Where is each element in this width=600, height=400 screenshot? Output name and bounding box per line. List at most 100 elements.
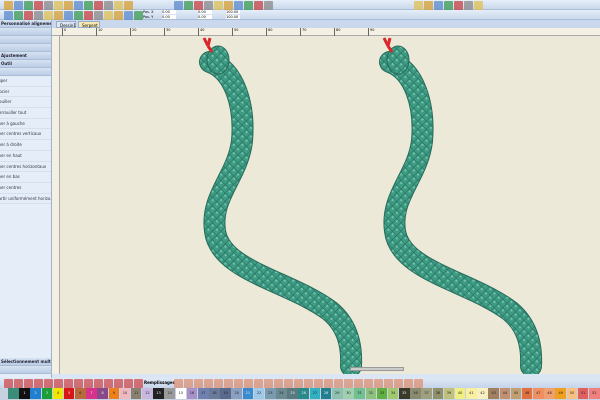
sidebar-footer-multi-select[interactable]: Sélectionnement multiple (0, 358, 51, 366)
stitch-type-icon[interactable] (314, 378, 323, 388)
color-swatch[interactable]: 26 (298, 388, 310, 399)
toolbar-tool-icon[interactable] (234, 0, 243, 10)
toolbar-tool-icon[interactable] (474, 0, 483, 10)
color-swatch[interactable]: 36 (410, 388, 421, 399)
design-canvas[interactable] (60, 36, 600, 377)
stitch-type-icon[interactable] (114, 378, 123, 388)
toolbar-tool-icon[interactable] (34, 10, 43, 20)
stitch-type-icon[interactable] (384, 378, 393, 388)
scale-h-field[interactable]: 100.00 (226, 15, 240, 19)
toolbar-tool-icon[interactable] (54, 10, 63, 20)
stitch-type-icon[interactable] (374, 378, 383, 388)
toolbar-tool-icon[interactable] (224, 0, 233, 10)
color-swatch[interactable]: 49 (555, 388, 566, 399)
toolbar-tool-icon[interactable] (4, 10, 13, 20)
height-field[interactable]: 0.00 (198, 15, 212, 19)
color-swatch[interactable]: 22 (253, 388, 265, 399)
color-swatch[interactable]: 48 (544, 388, 555, 399)
color-swatch[interactable]: 47 (533, 388, 544, 399)
toolbar-tool-icon[interactable] (94, 10, 103, 20)
color-swatch[interactable]: 25 (287, 388, 298, 399)
stitch-type-icon[interactable] (54, 378, 63, 388)
color-swatch[interactable]: 3 (41, 388, 53, 399)
toolbar-tool-icon[interactable] (134, 10, 143, 20)
color-swatch[interactable]: 27 (309, 388, 321, 399)
toolbar-tool-icon[interactable] (54, 0, 63, 10)
color-swatch[interactable]: 19 (220, 388, 231, 399)
stitch-type-icon[interactable] (294, 378, 303, 388)
toolbar-tool-icon[interactable] (114, 10, 123, 20)
tab-serpent[interactable]: Serpent (78, 21, 100, 28)
color-swatch[interactable]: 23 (264, 388, 276, 399)
sidebar-header[interactable]: Ajustement (0, 52, 51, 60)
color-swatch[interactable]: 40 (454, 388, 466, 399)
tab-dessin1[interactable]: Dessin1 (56, 21, 76, 28)
color-swatch[interactable]: 7 (86, 388, 97, 399)
stitch-type-icon[interactable] (304, 378, 313, 388)
toolbar-tool-icon[interactable] (184, 0, 193, 10)
color-swatch[interactable] (8, 388, 19, 399)
toolbar-tool-icon[interactable] (444, 0, 453, 10)
sidebar-item-lock[interactable]: Verrouiller (0, 97, 51, 109)
sidebar-header[interactable]: Personnalisé alignement (0, 20, 51, 28)
snake-embroidery-copy[interactable] (384, 38, 531, 366)
color-swatch[interactable]: 51 (577, 388, 589, 399)
toolbar-tool-icon[interactable] (454, 0, 463, 10)
color-swatch[interactable]: 4 (52, 388, 64, 399)
color-swatch[interactable]: 5 (63, 388, 75, 399)
color-swatch[interactable]: 32 (365, 388, 377, 399)
toolbar-tool-icon[interactable] (244, 0, 253, 10)
toolbar-tool-icon[interactable] (194, 0, 203, 10)
color-swatch[interactable]: 16 (186, 388, 198, 399)
toolbar-tool-icon[interactable] (104, 10, 113, 20)
color-swatch[interactable]: 21 (242, 388, 254, 399)
sidebar-header[interactable] (0, 28, 51, 36)
color-swatch[interactable]: 9 (108, 388, 120, 399)
toolbar-tool-icon[interactable] (64, 10, 73, 20)
toolbar-tool-icon[interactable] (254, 0, 263, 10)
toolbar-tool-icon[interactable] (414, 0, 423, 10)
toolbar-tool-icon[interactable] (174, 0, 183, 10)
scale-w-field[interactable]: 100.00 (226, 10, 240, 14)
sidebar-item-align-vcenter[interactable]: Aligner centres verticaux (0, 129, 51, 141)
color-swatch[interactable]: 31 (354, 388, 365, 399)
stitch-type-icon[interactable] (244, 378, 253, 388)
stitch-type-icon[interactable] (84, 378, 93, 388)
color-swatch[interactable]: 52 (588, 388, 600, 399)
color-swatch[interactable]: 12 (142, 388, 153, 399)
toolbar-tool-icon[interactable] (124, 10, 133, 20)
color-swatch[interactable]: 46 (521, 388, 533, 399)
sidebar-item-align-left[interactable]: Aligner à gauche (0, 119, 51, 130)
toolbar-tool-icon[interactable] (114, 0, 123, 10)
stitch-type-icon[interactable] (234, 378, 243, 388)
stitch-type-icon[interactable] (44, 378, 53, 388)
color-swatch[interactable]: 50 (566, 388, 578, 399)
sidebar-item-align-centers[interactable]: Aligner centres (0, 183, 51, 194)
color-swatch[interactable]: 14 (164, 388, 175, 399)
stitch-type-icon[interactable] (214, 378, 223, 388)
sidebar-item-distribute-h[interactable]: Répartir uniformément horizo... (0, 194, 51, 205)
color-swatch[interactable]: 13 (153, 388, 164, 399)
color-swatch[interactable]: 10 (119, 388, 131, 399)
horizontal-scrollbar[interactable] (350, 367, 404, 371)
sidebar-item-align-right[interactable]: Aligner à droite (0, 140, 51, 151)
toolbar-tool-icon[interactable] (424, 0, 433, 10)
stitch-type-icon[interactable] (194, 378, 203, 388)
color-swatch[interactable]: 37 (421, 388, 432, 399)
sidebar-item-ungroup[interactable]: Dissocier (0, 87, 51, 98)
toolbar-tool-icon[interactable] (434, 0, 443, 10)
stitch-type-icon[interactable] (414, 378, 423, 388)
toolbar-tool-icon[interactable] (4, 0, 13, 10)
toolbar-tool-icon[interactable] (84, 0, 93, 10)
toolbar-tool-icon[interactable] (464, 0, 473, 10)
color-swatch[interactable]: 28 (320, 388, 332, 399)
stitch-type-icon[interactable] (404, 378, 413, 388)
stitch-type-icon[interactable] (94, 378, 103, 388)
sidebar-item-unlock-all[interactable]: Déverrouiller tout (0, 108, 51, 119)
stitch-type-icon[interactable] (264, 378, 273, 388)
stitch-type-icon[interactable] (364, 378, 373, 388)
toolbar-tool-icon[interactable] (104, 0, 113, 10)
color-swatch[interactable]: 24 (276, 388, 287, 399)
sidebar-header[interactable]: Outil (0, 60, 51, 68)
color-swatch[interactable]: 15 (175, 388, 187, 399)
